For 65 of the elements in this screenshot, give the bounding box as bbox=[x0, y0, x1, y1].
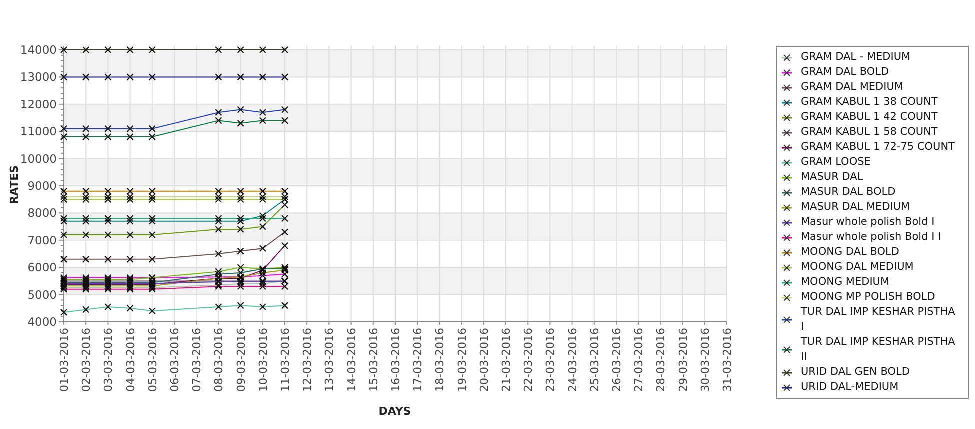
legend-label: MOONG DAL BOLD bbox=[801, 245, 900, 260]
axis-tick-label: 5000 bbox=[28, 288, 57, 302]
axis-tick-label: 02-03-2016 bbox=[80, 328, 94, 392]
axis-tick-label: 19-03-2016 bbox=[456, 328, 469, 392]
legend-label: MASUR DAL BOLD bbox=[801, 185, 897, 200]
axis-tick-label: 15-03-2016 bbox=[367, 328, 380, 392]
axis-tick-label: 08-03-2016 bbox=[212, 328, 226, 392]
axis-tick-label: 12000 bbox=[20, 97, 57, 112]
axis-tick-label: 6000 bbox=[28, 260, 57, 275]
axis-tick-label: 05-03-2016 bbox=[146, 328, 160, 392]
legend-label: GRAM DAL BOLD bbox=[801, 65, 890, 80]
axis-tick-label: 25-03-2016 bbox=[588, 328, 602, 392]
axis-tick-label: 01-03-2016 bbox=[58, 328, 71, 392]
axis-tick-label: 03-03-2016 bbox=[102, 328, 116, 392]
axis-tick-label: 17-03-2016 bbox=[412, 328, 425, 392]
legend-label: GRAM KABUL 1 72-75 COUNT bbox=[801, 140, 956, 155]
legend-label: MOONG DAL MEDIUM bbox=[801, 260, 915, 275]
axis-tick-label: 20-03-2016 bbox=[478, 328, 491, 392]
axis-tick-label: 14000 bbox=[20, 43, 57, 57]
axis-tick-label: 10-03-2016 bbox=[256, 328, 270, 392]
axis-tick-label: 06-03-2016 bbox=[168, 328, 182, 392]
legend-label: TUR DAL IMP KESHAR PISTHA I bbox=[801, 305, 956, 335]
axis-tick-label: 22-03-2016 bbox=[522, 328, 536, 392]
axis-tick-label: 8000 bbox=[28, 206, 57, 220]
legend-label: GRAM DAL - MEDIUM bbox=[801, 50, 912, 65]
legend-label: GRAM DAL MEDIUM bbox=[801, 80, 904, 95]
legend-label: GRAM KABUL 1 42 COUNT bbox=[801, 110, 939, 125]
legend-label: Masur whole polish Bold I bbox=[801, 215, 936, 230]
axis-tick-label: 18-03-2016 bbox=[434, 328, 447, 392]
axis-tick-label: 14-03-2016 bbox=[345, 328, 358, 392]
axis-title: DAYS bbox=[378, 405, 412, 418]
legend-label: GRAM KABUL 1 58 COUNT bbox=[801, 125, 939, 140]
legend-label: MOONG MP POLISH BOLD bbox=[801, 290, 936, 305]
axis-tick-label: 09-03-2016 bbox=[234, 328, 248, 392]
legend-label: GRAM LOOSE bbox=[801, 155, 872, 170]
legend-label: Masur whole polish Bold I I bbox=[801, 230, 942, 245]
axis-tick-label: 23-03-2016 bbox=[544, 328, 558, 392]
axis-tick-label: 11000 bbox=[20, 124, 57, 139]
axis-tick-label: 24-03-2016 bbox=[566, 328, 580, 392]
axis-tick-label: 21-03-2016 bbox=[500, 328, 513, 392]
axis-tick-label: 07-03-2016 bbox=[190, 328, 204, 392]
axis-tick-label: 9000 bbox=[28, 179, 57, 193]
axis-title: RATES bbox=[8, 165, 21, 205]
legend-label: MOONG MEDIUM bbox=[801, 275, 891, 290]
legend-label: TUR DAL IMP KESHAR PISTHA II bbox=[801, 335, 956, 365]
axis-tick-label: 30-03-2016 bbox=[698, 328, 712, 392]
axis-tick-label: 04-03-2016 bbox=[124, 328, 138, 392]
axis-tick-label: 28-03-2016 bbox=[654, 328, 668, 392]
legend-label: GRAM KABUL 1 38 COUNT bbox=[801, 95, 939, 110]
legend-label: URID DAL-MEDIUM bbox=[801, 380, 900, 395]
axis-tick-label: 16-03-2016 bbox=[390, 328, 402, 392]
axis-tick-label: 27-03-2016 bbox=[632, 328, 646, 392]
axis-tick-label: 10000 bbox=[20, 152, 57, 166]
legend-label: URID DAL GEN BOLD bbox=[801, 365, 911, 380]
axis-tick-label: 12-03-2016 bbox=[301, 328, 314, 392]
legend-label: MASUR DAL MEDIUM bbox=[801, 200, 912, 215]
axis-tick-label: 13000 bbox=[20, 70, 57, 84]
axis-tick-label: 11-03-2016 bbox=[279, 328, 292, 392]
axis-tick-label: 31-03-2016 bbox=[721, 328, 734, 392]
axis-tick-label: 13-03-2016 bbox=[323, 328, 336, 392]
axis-tick-label: 4000 bbox=[28, 315, 57, 329]
legend-label: MASUR DAL bbox=[801, 170, 864, 185]
axis-tick-label: 29-03-2016 bbox=[676, 328, 690, 392]
axis-tick-label: 7000 bbox=[28, 233, 57, 248]
axis-tick-label: 26-03-2016 bbox=[610, 328, 624, 392]
